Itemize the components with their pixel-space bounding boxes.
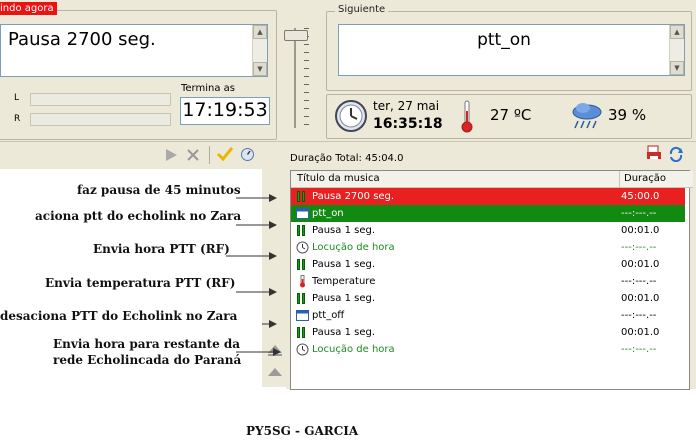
total-duration: Duração Total: 45:04.0 <box>290 153 404 164</box>
toolbar-separator <box>209 146 210 164</box>
row-title: Locução de hora <box>312 242 395 253</box>
volume-slider[interactable] <box>278 22 312 134</box>
row-duration: ---:---.-- <box>621 242 657 253</box>
thermometer-icon <box>296 275 309 288</box>
annotation-text: Envia temperatura PTT (RF) <box>45 276 236 290</box>
delete-icon[interactable] <box>186 148 200 162</box>
playlist-table: Título da musica Duração Pausa 2700 seg.… <box>290 170 693 390</box>
row-title: Pausa 1 seg. <box>312 293 375 304</box>
ends-label: Termina as <box>181 83 235 94</box>
meter-right-bar <box>30 113 171 126</box>
row-duration: 45:00.0 <box>621 191 660 202</box>
row-duration: ---:---.-- <box>621 276 657 287</box>
pause-icon <box>297 259 307 270</box>
next-scrollbar[interactable]: ▲ ▼ <box>669 25 684 75</box>
scroll-down-button[interactable]: ▼ <box>670 61 684 75</box>
info-time: 16:35:18 <box>373 116 443 132</box>
refresh-icon[interactable] <box>668 146 684 163</box>
meter-left-bar <box>30 93 171 106</box>
now-playing-text: Pausa 2700 seg. <box>8 29 156 50</box>
now-playing-display: Pausa 2700 seg. ▲ ▼ <box>0 24 268 77</box>
window-icon <box>296 309 309 322</box>
annotation-text: desaciona PTT do Echolink no Zara <box>0 309 238 323</box>
row-title: ptt_off <box>312 310 345 321</box>
annotation-text: Envia hora PTT (RF) <box>93 242 230 256</box>
row-duration: 00:01.0 <box>621 293 660 304</box>
scroll-down-button[interactable]: ▼ <box>253 62 267 76</box>
scroll-up-button[interactable]: ▲ <box>670 25 684 39</box>
row-duration: ---:---.-- <box>621 344 657 355</box>
pause-icon <box>297 293 307 304</box>
annotation-text: rede Echolincada do Paraná <box>53 353 242 367</box>
clock-icon <box>296 343 309 356</box>
playlist-row[interactable]: Temperature ---:---.-- <box>291 273 685 290</box>
playlist-row[interactable]: Pausa 1 seg. 00:01.0 <box>291 324 685 341</box>
meter-left-label: L <box>14 93 20 103</box>
volume-track <box>294 28 296 128</box>
info-humidity: 39 % <box>608 106 647 124</box>
row-title: Pausa 2700 seg. <box>312 191 395 202</box>
playlist-row[interactable]: Locução de hora ---:---.-- <box>291 341 685 358</box>
next-title: Siguiente <box>335 4 389 15</box>
row-title: Locução de hora <box>312 344 395 355</box>
row-title: Pausa 1 seg. <box>312 259 375 270</box>
ends-time: 17:19:53 <box>180 97 270 125</box>
play-icon[interactable] <box>164 148 178 162</box>
clock-icon <box>334 99 368 133</box>
meter-right-label: R <box>14 114 21 124</box>
pause-icon <box>297 191 307 202</box>
volume-ticks <box>304 28 309 128</box>
footer-signature: PY5SG - GARCIA <box>246 424 359 438</box>
playlist-row[interactable]: Pausa 1 seg. 00:01.0 <box>291 222 685 239</box>
row-title: Temperature <box>312 276 376 287</box>
scroll-up-button[interactable]: ▲ <box>253 25 267 39</box>
row-duration: ---:---.-- <box>621 208 657 219</box>
next-text: ptt_on <box>477 30 531 50</box>
move-down-icon[interactable] <box>267 366 283 378</box>
now-playing-title: indo agora <box>0 2 57 15</box>
thermometer-icon <box>460 99 474 133</box>
rain-cloud-icon <box>570 101 604 131</box>
move-up-icon[interactable] <box>267 344 283 356</box>
annotation-text: Envia hora para restante da <box>53 337 241 351</box>
timer-icon[interactable] <box>240 147 255 162</box>
volume-thumb[interactable] <box>284 30 308 41</box>
annotation-text: aciona ptt do echolink no Zara <box>35 209 242 223</box>
check-icon[interactable] <box>216 146 234 162</box>
playlist-row[interactable]: Pausa 1 seg. 00:01.0 <box>291 256 685 273</box>
row-duration: ---:---.-- <box>621 310 657 321</box>
clock-icon <box>296 241 309 254</box>
row-title: Pausa 1 seg. <box>312 225 375 236</box>
annotation-text: faz pausa de 45 minutos <box>77 183 241 197</box>
window-icon <box>296 207 309 220</box>
row-title: Pausa 1 seg. <box>312 327 375 338</box>
row-duration: 00:01.0 <box>621 327 660 338</box>
playlist-row[interactable]: Pausa 1 seg. 00:01.0 <box>291 290 685 307</box>
print-icon[interactable] <box>646 145 662 161</box>
info-temperature: 27 ºC <box>490 106 532 124</box>
row-title: ptt_on <box>312 208 344 219</box>
pause-icon <box>297 225 307 236</box>
info-date: ter, 27 mai <box>373 99 440 113</box>
playlist-row[interactable]: Pausa 2700 seg. 45:00.0 <box>291 188 685 205</box>
playlist-row[interactable]: Locução de hora ---:---.-- <box>291 239 685 256</box>
playlist-row[interactable]: ptt_off ---:---.-- <box>291 307 685 324</box>
playlist-row[interactable]: ptt_on ---:---.-- <box>291 205 685 222</box>
row-duration: 00:01.0 <box>621 225 660 236</box>
column-duration-header[interactable]: Duração <box>620 171 693 188</box>
row-duration: 00:01.0 <box>621 259 660 270</box>
next-display: ptt_on ▲ ▼ <box>338 24 685 76</box>
pause-icon <box>297 327 307 338</box>
now-playing-scrollbar[interactable]: ▲ ▼ <box>252 25 267 76</box>
column-title-header[interactable]: Título da musica <box>291 171 620 188</box>
